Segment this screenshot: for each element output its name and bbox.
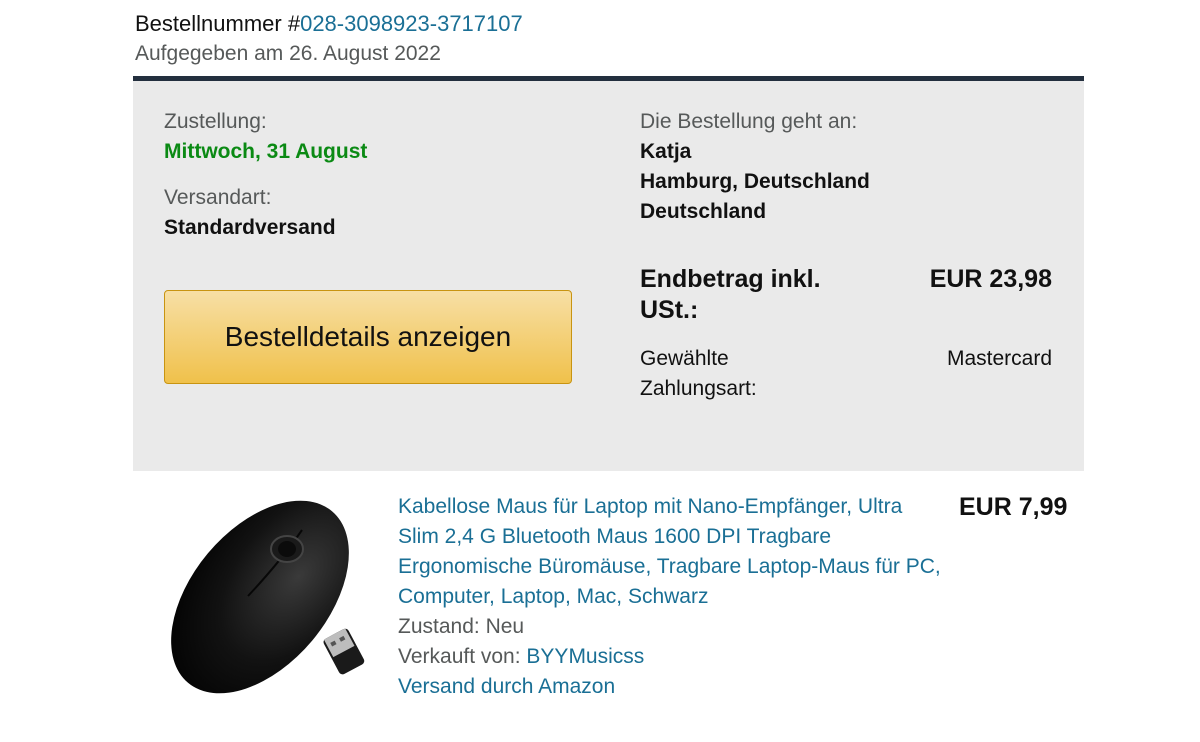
item-price: EUR 7,99 [959,493,1068,521]
item-seller: Verkauft von: BYYMusicss [398,642,948,672]
item-shipping: Versand durch Amazon [398,672,948,702]
wireless-mouse-image[interactable] [160,492,370,712]
order-total-row: Endbetrag inkl. USt.: EUR 23,98 [640,264,1052,326]
view-order-details-button[interactable]: Bestelldetails anzeigen [164,290,572,384]
mouse-icon [171,500,365,694]
item-condition-label: Zustand: [398,615,480,638]
order-header: Bestellnummer #028-3098923-3717107 Aufge… [135,10,523,68]
item-seller-label: Verkauft von: [398,645,521,668]
item-condition-value: Neu [485,615,525,638]
delivery-label: Zustellung: [164,110,267,133]
shipping-method: Standardversand [164,216,336,239]
delivery-info: Zustellung: Mittwoch, 31 August Versanda… [164,107,367,243]
shipping-method-label: Versandart: [164,186,272,209]
item-info: Kabellose Maus für Laptop mit Nano-Empfä… [398,492,948,702]
order-placed-date: Aufgegeben am 26. August 2022 [135,42,441,65]
order-total-value: EUR 23,98 [929,265,1052,293]
order-number-line: Bestellnummer #028-3098923-3717107 [135,10,523,38]
recipient-city: Hamburg, Deutschland [640,170,870,193]
order-summary-panel: Zustellung: Mittwoch, 31 August Versanda… [133,76,1084,471]
payment-method-label: Gewählte Zahlungsart: [640,347,757,400]
order-number-label: Bestellnummer # [135,11,301,36]
item-condition: Zustand: Neu [398,612,948,642]
payment-method-row: Gewählte Zahlungsart: Mastercard [640,344,1052,404]
recipient-info: Die Bestellung geht an: Katja Hamburg, D… [640,107,1052,227]
delivery-date: Mittwoch, 31 August [164,140,368,163]
shipping-by-amazon-link[interactable]: Versand durch Amazon [398,675,615,698]
recipient-country: Deutschland [640,200,767,223]
order-number-link[interactable]: 028-3098923-3717107 [300,11,523,36]
payment-method-value: Mastercard [946,347,1052,370]
order-total-label: Endbetrag inkl. USt.: [640,265,821,324]
item-title-link[interactable]: Kabellose Maus für Laptop mit Nano-Empfä… [398,492,948,612]
recipient-label: Die Bestellung geht an: [640,110,858,133]
seller-link[interactable]: BYYMusicss [526,645,644,668]
recipient-name: Katja [640,140,692,163]
